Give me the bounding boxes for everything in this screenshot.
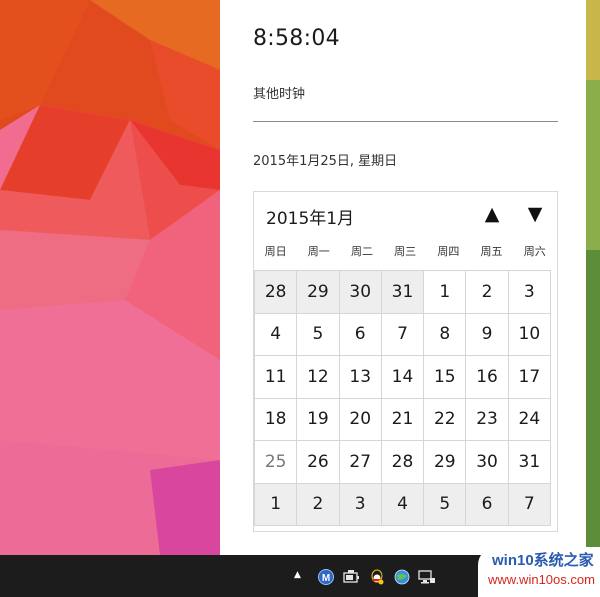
calendar-day[interactable]: 17: [507, 355, 551, 399]
calendar-day[interactable]: 19: [296, 397, 340, 441]
site-watermark: win10系统之家 www.win10os.com: [478, 547, 600, 597]
weekday-label: 周五: [480, 245, 503, 258]
previous-month-button[interactable]: ▲: [479, 201, 505, 227]
calendar-day[interactable]: 14: [380, 355, 425, 399]
next-month-button[interactable]: ▼: [522, 201, 548, 227]
calendar-day[interactable]: 5: [296, 312, 340, 356]
calendar-day[interactable]: 29: [423, 440, 467, 484]
other-clocks-link[interactable]: 其他时钟: [253, 83, 305, 102]
calendar-day[interactable]: 30: [465, 440, 509, 484]
calendar-day[interactable]: 1: [423, 270, 467, 314]
calendar-day[interactable]: 4: [380, 482, 425, 526]
calendar-day[interactable]: 31: [380, 270, 425, 314]
calendar-day[interactable]: 22: [423, 397, 467, 441]
calendar-day[interactable]: 7: [507, 482, 551, 526]
calendar-day[interactable]: 2: [465, 270, 509, 314]
divider: [253, 121, 558, 122]
watermark-url: www.win10os.com: [488, 572, 595, 587]
calendar-day[interactable]: 10: [507, 312, 551, 356]
battery-icon[interactable]: [343, 569, 359, 585]
month-title[interactable]: 2015年1月: [266, 204, 354, 229]
calendar-day[interactable]: 8: [423, 312, 467, 356]
network-globe-icon[interactable]: [394, 569, 410, 585]
calendar-day[interactable]: 7: [380, 312, 425, 356]
calendar-day[interactable]: 13: [338, 355, 382, 399]
calendar-day[interactable]: 11: [254, 355, 298, 399]
calendar-day[interactable]: 16: [465, 355, 509, 399]
calendar-grid: 28 29 30 31 1 2 3 4 5 6 7 8 9 10 11 12 1…: [254, 270, 557, 526]
weekday-header: 周日 周一 周二 周三 周四 周五 周六: [254, 240, 557, 270]
calendar-day[interactable]: 30: [338, 270, 382, 314]
full-date[interactable]: 2015年1月25日, 星期日: [253, 150, 397, 169]
weekday-label: 周日: [264, 245, 287, 258]
calendar-day[interactable]: 12: [296, 355, 340, 399]
weekday-label: 周二: [350, 245, 373, 258]
calendar-day[interactable]: 23: [465, 397, 509, 441]
calendar-day[interactable]: 4: [254, 312, 298, 356]
calendar-day[interactable]: 26: [296, 440, 340, 484]
calendar: 2015年1月 ▲ ▼ 周日 周一 周二 周三 周四 周五 周六 28 29 3…: [253, 191, 558, 532]
calendar-day[interactable]: 21: [380, 397, 425, 441]
calendar-day[interactable]: 31: [507, 440, 551, 484]
watermark-title: win10系统之家: [492, 552, 594, 569]
calendar-day[interactable]: 9: [465, 312, 509, 356]
clock-time: 8:58:04: [253, 26, 340, 51]
calendar-day[interactable]: 15: [423, 355, 467, 399]
weekday-label: 周四: [437, 245, 460, 258]
weekday-label: 周六: [523, 245, 546, 258]
calendar-day[interactable]: 27: [338, 440, 382, 484]
svg-text:M: M: [322, 573, 330, 584]
calendar-header: 2015年1月 ▲ ▼: [254, 192, 557, 240]
calendar-day[interactable]: 28: [254, 270, 298, 314]
calendar-day[interactable]: 6: [338, 312, 382, 356]
qq-icon[interactable]: [369, 569, 385, 585]
calendar-day[interactable]: 29: [296, 270, 340, 314]
calendar-day[interactable]: 20: [338, 397, 382, 441]
clock-calendar-flyout: 8:58:04 其他时钟 2015年1月25日, 星期日 2015年1月 ▲ ▼…: [220, 0, 586, 555]
show-hidden-icons-button[interactable]: ▲: [294, 570, 304, 580]
m-app-icon[interactable]: M: [318, 569, 334, 585]
calendar-day[interactable]: 28: [380, 440, 425, 484]
calendar-day[interactable]: 3: [338, 482, 382, 526]
desktop-wallpaper-edge: [586, 0, 600, 555]
calendar-day[interactable]: 2: [296, 482, 340, 526]
calendar-day[interactable]: 3: [507, 270, 551, 314]
weekday-label: 周一: [307, 245, 330, 258]
calendar-day[interactable]: 18: [254, 397, 298, 441]
calendar-day[interactable]: 5: [423, 482, 467, 526]
network-computer-icon[interactable]: [418, 569, 435, 585]
calendar-day[interactable]: 24: [507, 397, 551, 441]
desktop-wallpaper: [0, 0, 220, 555]
calendar-day[interactable]: 6: [465, 482, 509, 526]
weekday-label: 周三: [394, 245, 417, 258]
calendar-day-today[interactable]: 25: [254, 440, 298, 484]
calendar-day[interactable]: 1: [254, 482, 298, 526]
